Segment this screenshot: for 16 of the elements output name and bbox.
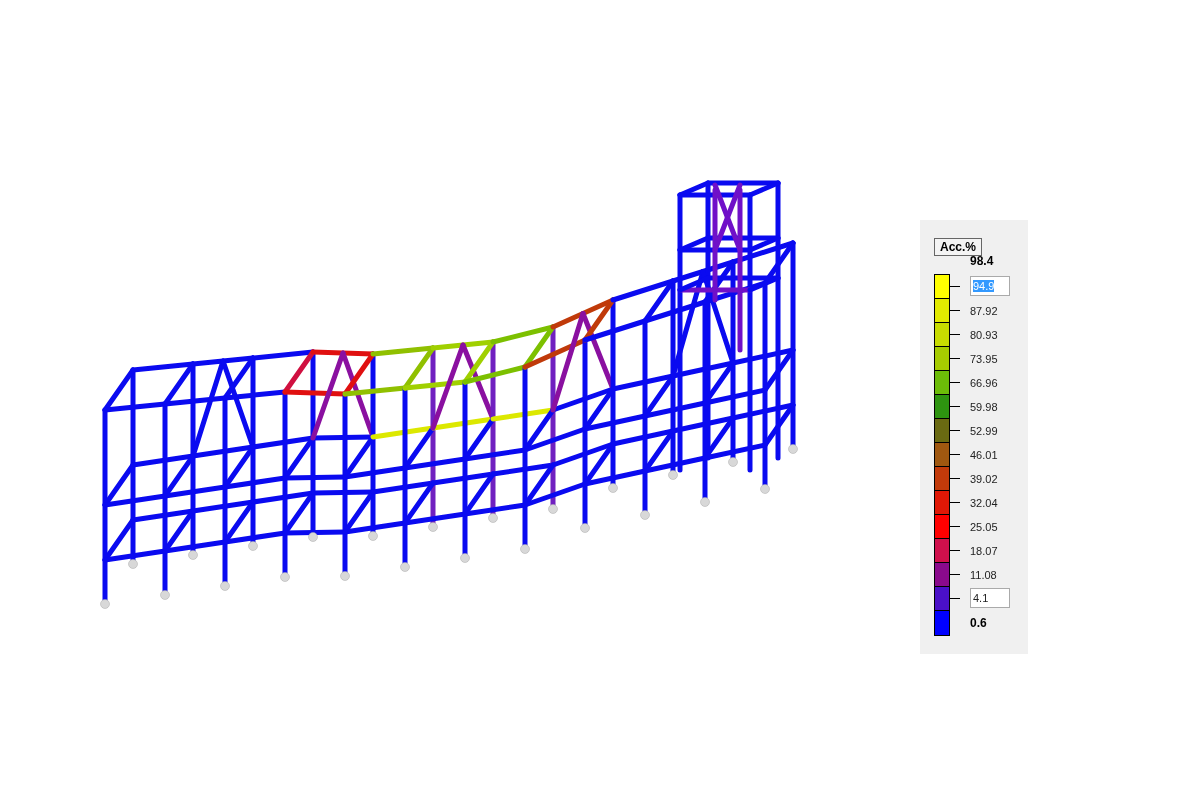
quantity-button[interactable]: Acc.% (934, 238, 983, 256)
scale-label: 32.04 (970, 497, 998, 509)
scale-label: 66.96 (970, 377, 998, 389)
scale-label: 52.99 (970, 425, 998, 437)
scale-label: 18.07 (970, 545, 998, 557)
value-field[interactable]: 4.1 (970, 588, 1010, 608)
max-value: 98.4 (970, 256, 995, 268)
scale-label: 46.01 (970, 449, 998, 461)
scale-label: 73.95 (970, 353, 998, 365)
scale-label: 39.02 (970, 473, 998, 485)
min-value: 0.6 (970, 615, 988, 632)
scale-label: 87.92 (970, 305, 998, 317)
scale-label: 11.08 (970, 569, 997, 581)
scale-label: 80.93 (970, 329, 998, 341)
scale-label: 25.05 (970, 521, 998, 533)
scale-label: 59.98 (970, 401, 998, 413)
